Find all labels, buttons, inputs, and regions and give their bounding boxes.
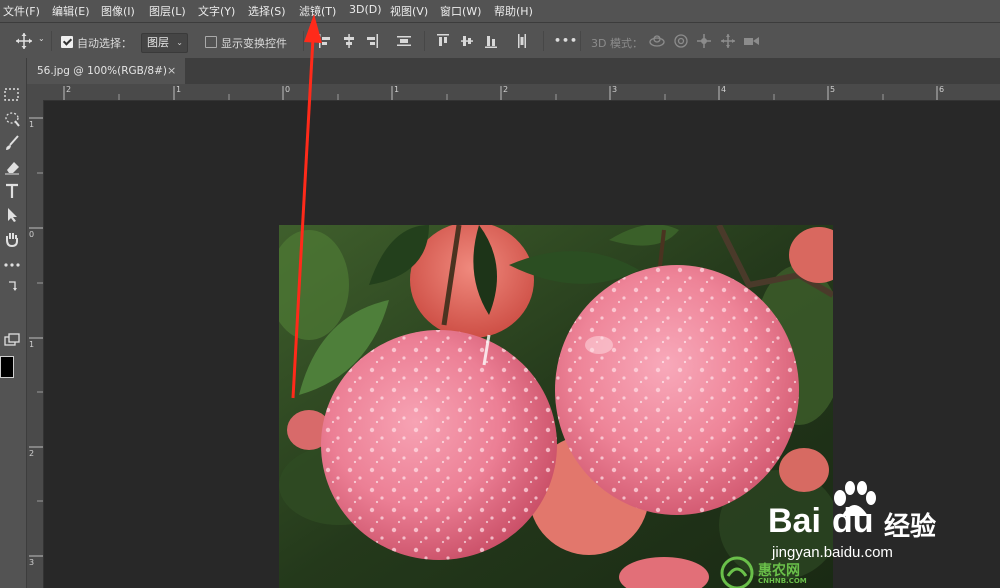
watermark-url: jingyan.baidu.com bbox=[772, 544, 893, 561]
watermark-cnhnb-sub: CNHNB.COM bbox=[758, 577, 807, 585]
cnhnb-logo-icon bbox=[720, 556, 754, 588]
watermark-du: du bbox=[832, 502, 874, 540]
watermark-bai: Bai bbox=[768, 502, 821, 540]
watermark-jingyan: 经验 bbox=[884, 512, 937, 542]
baidu-watermark: Bai du 经验 jingyan.baidu.com 惠农网 CNHNB.CO… bbox=[720, 478, 1000, 588]
